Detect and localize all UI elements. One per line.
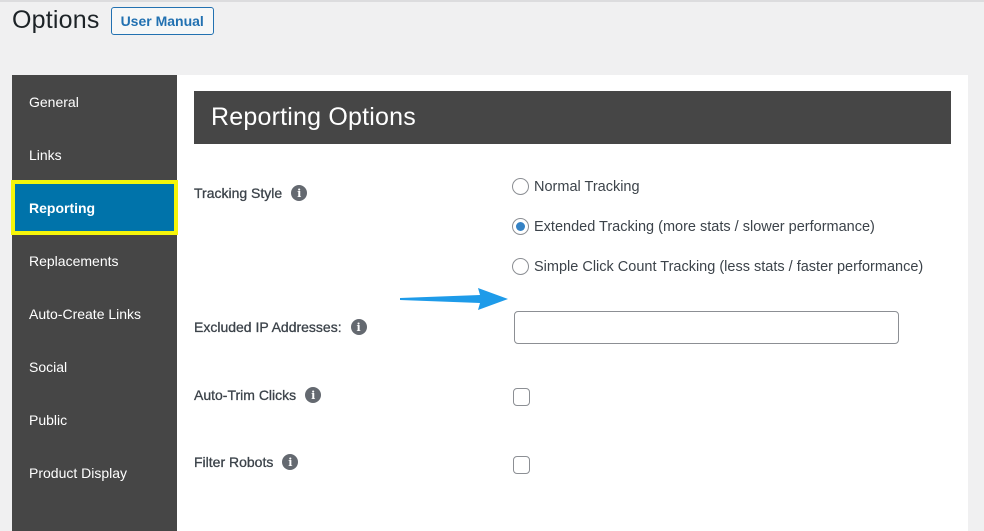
filter-robots-label: Filter Robots i — [194, 454, 299, 470]
sidebar-item-links[interactable]: Links — [12, 128, 177, 181]
info-icon[interactable]: i — [282, 454, 299, 470]
info-icon[interactable]: i — [350, 319, 367, 335]
auto-trim-checkbox[interactable] — [513, 388, 530, 406]
sidebar-item-label: Reporting — [29, 199, 96, 216]
options-panel: General Links Reporting Replacements Aut… — [11, 75, 968, 531]
options-sidebar: General Links Reporting Replacements Aut… — [11, 75, 178, 531]
section-header: Reporting Options — [194, 91, 951, 144]
info-icon[interactable]: i — [291, 185, 308, 201]
tracking-style-label: Tracking Style i — [194, 185, 308, 201]
sidebar-item-label: Links — [29, 146, 62, 163]
user-manual-button[interactable]: User Manual — [110, 6, 214, 35]
sidebar-item-label: Replacements — [29, 252, 119, 269]
sidebar-item-public[interactable]: Public — [12, 393, 177, 446]
radio-normal-tracking[interactable]: Normal Tracking — [512, 178, 640, 195]
auto-trim-label: Auto-Trim Clicks i — [194, 387, 322, 403]
sidebar-item-auto-create-links[interactable]: Auto-Create Links — [12, 287, 177, 340]
excluded-ip-input[interactable] — [514, 311, 899, 344]
filter-robots-checkbox[interactable] — [513, 456, 530, 474]
excluded-ip-label-text: Excluded IP Addresses: — [194, 319, 342, 335]
radio-label: Normal Tracking — [534, 178, 640, 195]
radio-button[interactable] — [512, 178, 529, 195]
sidebar-item-label: Auto-Create Links — [29, 305, 142, 322]
sidebar-item-label: Public — [29, 411, 68, 428]
tracking-style-label-text: Tracking Style — [194, 185, 283, 201]
radio-simple-click-count[interactable]: Simple Click Count Tracking (less stats … — [512, 258, 923, 275]
page-header: Options User Manual — [12, 6, 214, 35]
page-title: Options — [12, 6, 100, 34]
sidebar-item-general[interactable]: General — [12, 75, 177, 128]
info-icon[interactable]: i — [305, 387, 322, 403]
sidebar-item-label: Social — [29, 358, 68, 375]
radio-label: Extended Tracking (more stats / slower p… — [534, 218, 875, 235]
sidebar-item-reporting[interactable]: Reporting — [11, 180, 178, 235]
section-title: Reporting Options — [211, 103, 416, 131]
sidebar-item-replacements[interactable]: Replacements — [12, 234, 177, 287]
radio-extended-tracking[interactable]: Extended Tracking (more stats / slower p… — [512, 218, 875, 235]
annotation-arrow-icon — [400, 288, 508, 310]
radio-button-checked[interactable] — [512, 218, 529, 235]
auto-trim-label-text: Auto-Trim Clicks — [194, 387, 297, 403]
filter-robots-label-text: Filter Robots — [194, 454, 274, 470]
sidebar-item-label: General — [29, 93, 79, 110]
radio-button[interactable] — [512, 258, 529, 275]
top-border — [0, 0, 984, 2]
sidebar-item-product-display[interactable]: Product Display — [12, 446, 177, 499]
sidebar-item-social[interactable]: Social — [12, 340, 177, 393]
excluded-ip-label: Excluded IP Addresses: i — [194, 319, 367, 335]
sidebar-item-label: Product Display — [29, 464, 128, 481]
radio-label: Simple Click Count Tracking (less stats … — [534, 258, 924, 275]
